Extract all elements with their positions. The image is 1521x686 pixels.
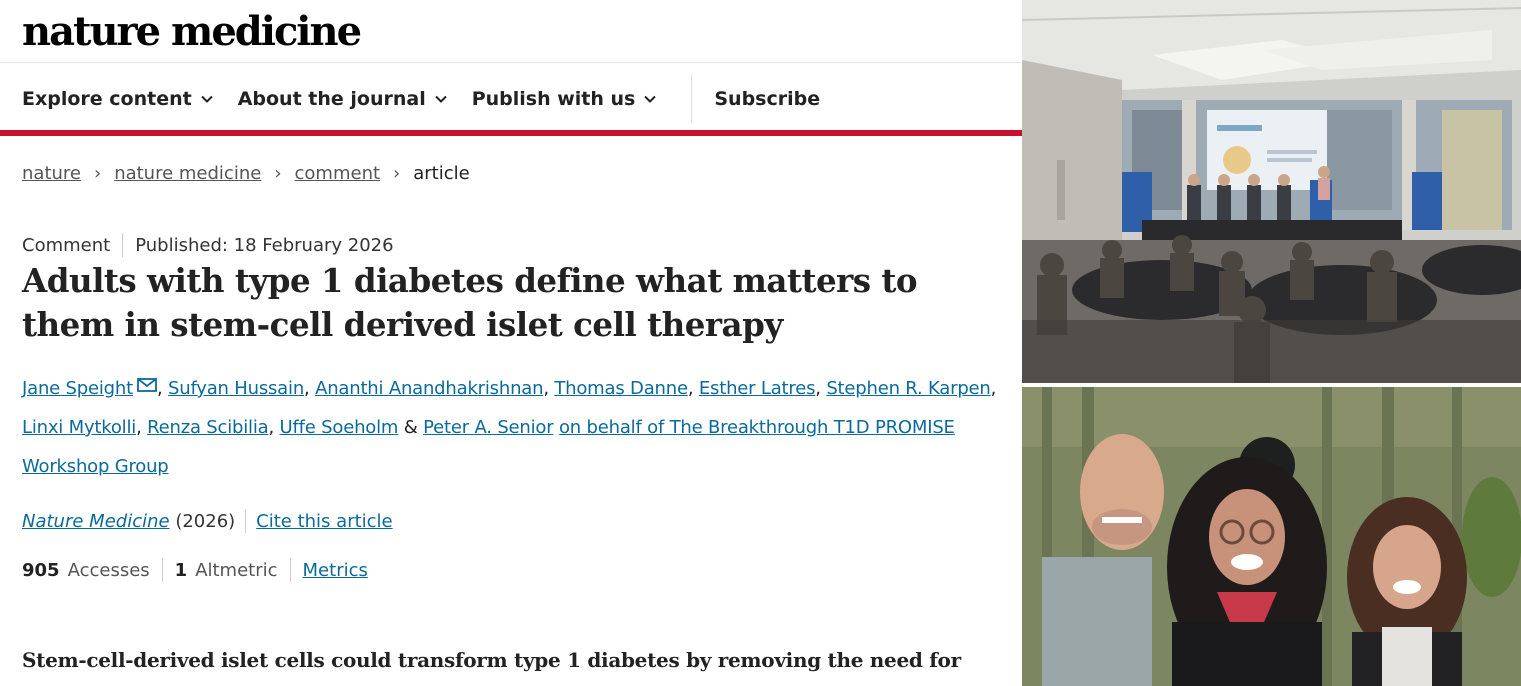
author-separator: , [268,417,280,438]
author-separator: , [990,378,997,399]
author-link[interactable]: Sufyan Hussain [168,378,304,399]
author-link[interactable]: Uffe Soeholm [280,417,399,438]
author-link[interactable]: Ananthi Anandhakrishnan [315,378,543,399]
conference-photo-illustration [1022,0,1521,383]
breadcrumb-nature-medicine[interactable]: nature medicine [114,163,261,184]
article-meta: Comment Published: 18 February 2026 [22,233,394,257]
selfie-photo [1022,387,1521,686]
article-page: nature medicine Explore content About th… [0,0,1022,686]
accesses-count: 905 [22,559,60,581]
nav-about-journal[interactable]: About the journal [238,88,448,110]
journal-link[interactable]: Nature Medicine [22,511,170,532]
selfie-photo-illustration [1022,387,1521,686]
chevron-down-icon [435,95,447,103]
citation-divider [245,509,247,533]
article-lede: Stem-cell-derived islet cells could tran… [22,648,961,672]
breadcrumb-current: article [413,163,470,184]
cite-article-link[interactable]: Cite this article [256,511,392,532]
author-separator: , [543,378,555,399]
breadcrumb-separator-icon: › [274,163,282,184]
chevron-down-icon [644,95,657,103]
author-separator: , [304,378,316,399]
author-link[interactable]: Linxi Mytkolli [22,417,136,438]
metrics-divider [289,558,291,582]
nav-explore-content-label: Explore content [22,88,192,110]
author-link[interactable]: Thomas Danne [554,378,688,399]
breadcrumb-nature[interactable]: nature [22,163,81,184]
author-separator: , [687,378,699,399]
author-link[interactable]: Renza Scibilia [147,417,269,438]
citation-row: Nature Medicine (2026) Cite this article [22,509,393,533]
accesses-label: Accesses [67,559,150,581]
breadcrumb-separator-icon: › [93,163,102,184]
nav-about-journal-label: About the journal [237,88,426,110]
breadcrumb-comment[interactable]: comment [295,163,381,184]
author-link[interactable]: Jane Speight [22,378,133,399]
author-link[interactable]: Stephen R. Karpen [826,378,991,399]
nav-publish-with-us-label: Publish with us [471,88,636,110]
article-metrics: 905 Accesses 1 Altmetric Metrics [22,558,368,582]
breadcrumb: nature › nature medicine › comment › art… [22,163,470,184]
article-title: Adults with type 1 diabetes define what … [22,261,918,344]
publication-year: (2026) [175,510,236,532]
article-type: Comment [22,234,111,256]
subscribe-link[interactable]: Subscribe [714,88,820,110]
journal-name: Nature Medicine [22,510,170,532]
author-link[interactable]: Esther Latres [699,378,816,399]
author-separator: , [136,417,148,438]
conference-photo [1022,0,1521,383]
breadcrumb-separator-icon: › [393,163,401,184]
nav-publish-with-us[interactable]: Publish with us [472,88,658,110]
publish-date: Published: 18 February 2026 [135,234,394,256]
author-link[interactable]: Peter A. Senior [423,417,554,438]
header-divider [0,62,1022,63]
main-nav: Explore content About the journal Publis… [22,75,844,123]
email-icon[interactable] [137,378,157,392]
brand-bar [0,130,1022,136]
author-ampersand: & [398,417,424,438]
site-logo[interactable]: nature medicine [22,8,362,55]
metrics-link[interactable]: Metrics [303,560,368,581]
altmetric-score: 1 [174,559,188,581]
altmetric-label: Altmetric [195,559,278,581]
author-separator: , [815,378,827,399]
nav-explore-content[interactable]: Explore content [22,88,214,110]
chevron-down-icon [200,95,213,103]
author-list: Jane Speight, Sufyan Hussain, Ananthi An… [22,369,1012,486]
meta-divider [122,233,124,257]
metrics-divider [161,558,163,582]
nav-divider [691,75,693,123]
author-separator: , [156,378,169,399]
